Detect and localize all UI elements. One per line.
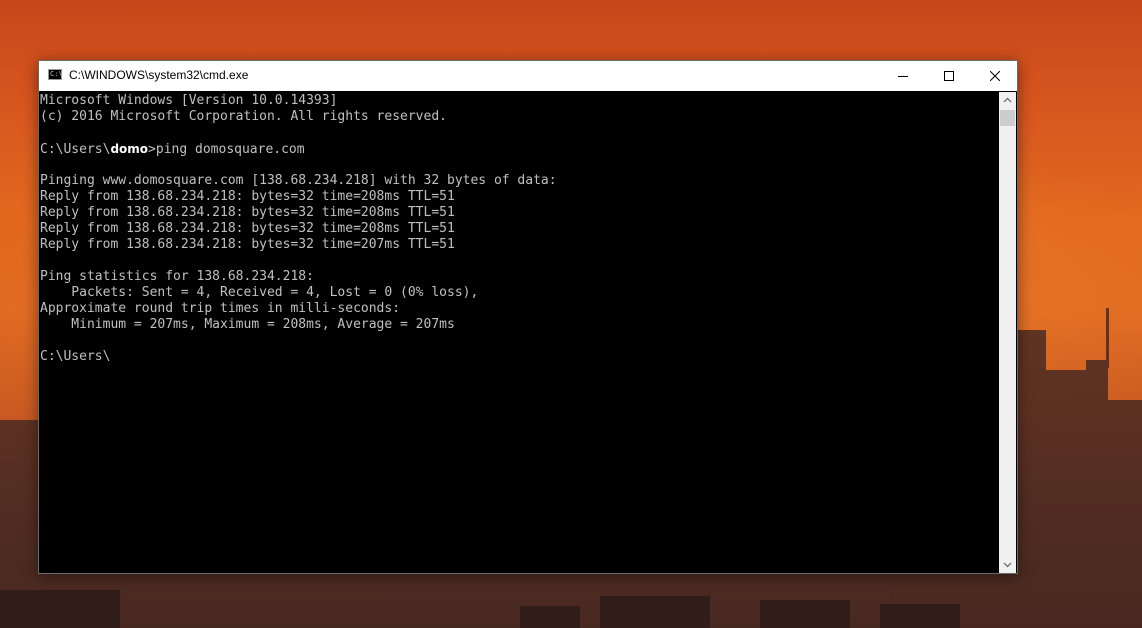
console-line: Packets: Sent = 4, Received = 4, Lost = …: [40, 285, 479, 300]
close-icon: [990, 71, 1000, 81]
console-line: Ping statistics for 138.68.234.218:: [40, 269, 314, 284]
console-line: Reply from 138.68.234.218: bytes=32 time…: [40, 189, 455, 204]
desktop-background: C:\ C:\WINDOWS\system32\cmd.exe Microsof…: [0, 0, 1142, 628]
close-button[interactable]: [972, 61, 1018, 91]
cmd-icon-text: C:\: [50, 70, 63, 78]
console-text: Microsoft Windows [Version 10.0.14393] (c…: [39, 92, 999, 365]
command-text: ping domosquare.com: [155, 142, 305, 157]
prompt-char: >: [148, 142, 156, 157]
cmd-icon[interactable]: C:\: [48, 69, 63, 80]
prompt-prefix: C:\Users\: [40, 142, 111, 157]
chevron-up-icon: [1003, 97, 1012, 103]
final-prompt-line: C:\Users\: [40, 349, 999, 365]
console-line: (c) 2016 Microsoft Corporation. All righ…: [40, 109, 447, 124]
console-line: Reply from 138.68.234.218: bytes=32 time…: [40, 205, 455, 220]
title-bar[interactable]: C:\ C:\WINDOWS\system32\cmd.exe: [39, 61, 1017, 91]
maximize-button[interactable]: [926, 61, 972, 91]
username: domo: [110, 142, 149, 156]
minimize-button[interactable]: [880, 61, 926, 91]
console-line: Reply from 138.68.234.218: bytes=32 time…: [40, 221, 455, 236]
console-line: Approximate round trip times in milli-se…: [40, 301, 401, 316]
cmd-window[interactable]: C:\ C:\WINDOWS\system32\cmd.exe Microsof…: [38, 60, 1018, 574]
console-line: Microsoft Windows [Version 10.0.14393]: [40, 93, 338, 108]
maximize-icon: [944, 71, 954, 81]
console-output[interactable]: Microsoft Windows [Version 10.0.14393] (c…: [39, 92, 999, 573]
console-line: Reply from 138.68.234.218: bytes=32 time…: [40, 237, 455, 252]
scroll-up-button[interactable]: [999, 92, 1016, 109]
window-title: C:\WINDOWS\system32\cmd.exe: [69, 68, 249, 82]
console-line: Pinging www.domosquare.com [138.68.234.2…: [40, 173, 557, 188]
scroll-thumb[interactable]: [1000, 110, 1015, 126]
final-prompt-prefix: C:\Users\: [40, 349, 111, 364]
vertical-scrollbar[interactable]: [999, 92, 1016, 573]
console-line: Minimum = 207ms, Maximum = 208ms, Averag…: [40, 317, 455, 332]
minimize-icon: [898, 76, 908, 77]
chevron-down-icon: [1003, 562, 1012, 568]
scroll-down-button[interactable]: [999, 556, 1016, 573]
command-line: C:\Users\domo>ping domosquare.com: [40, 141, 999, 157]
